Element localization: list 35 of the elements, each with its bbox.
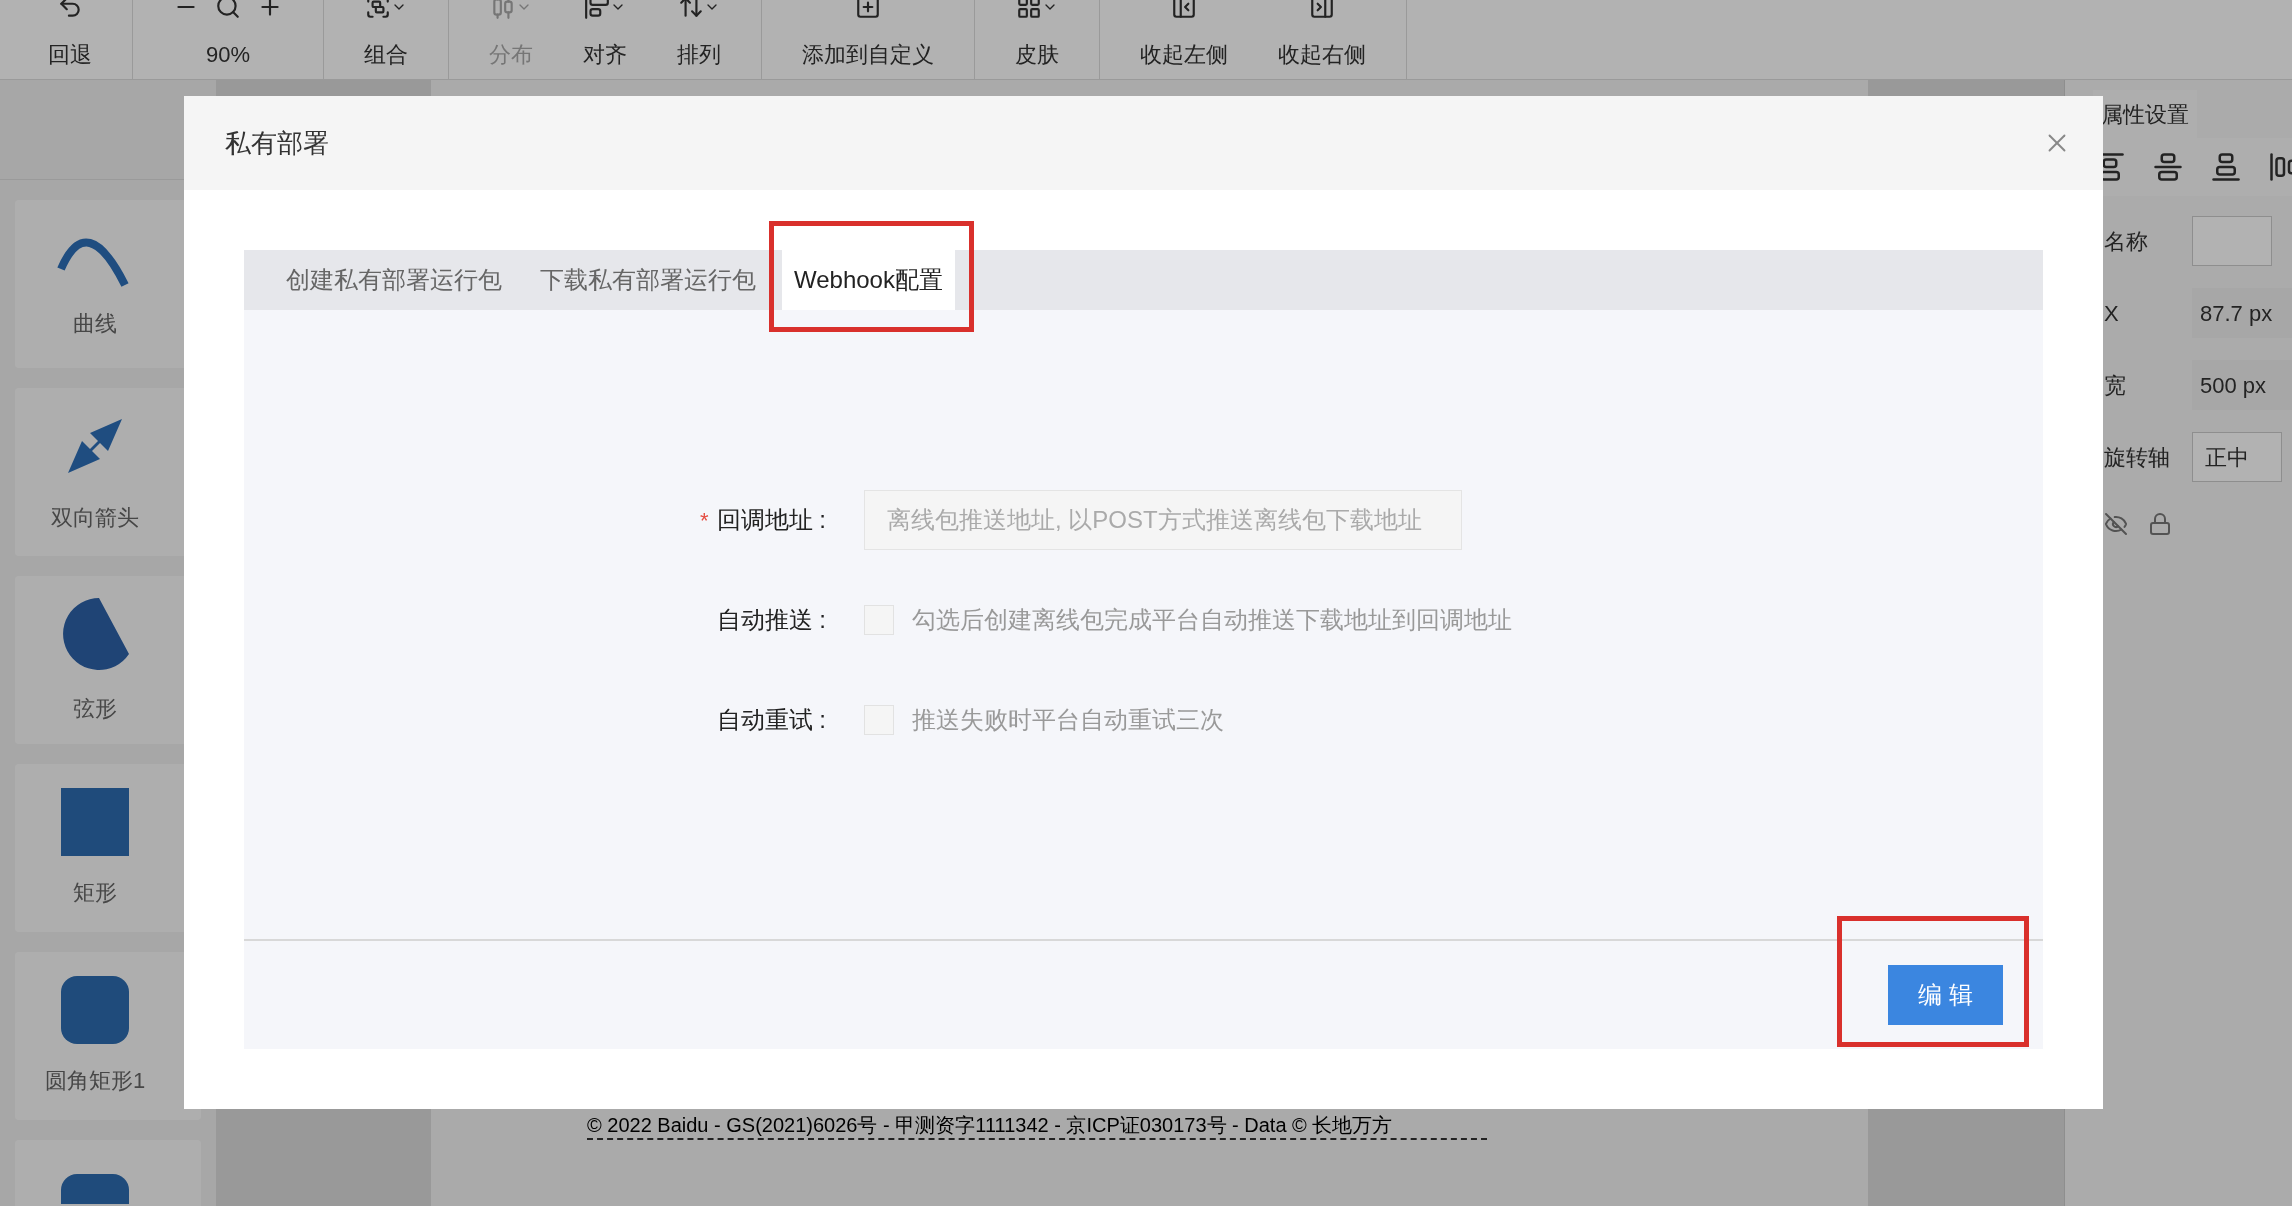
shape-card[interactable]: 圆角矩形1 <box>15 952 201 1120</box>
property-label: X <box>2104 299 2120 328</box>
map-credit: © 2022 Baidu - GS(2021)6026号 - 甲测资字1111342 - 京ICP证030173号 - Data © 长地万方 <box>587 1113 1393 1138</box>
dialog-title: 私有部署 <box>225 126 329 160</box>
toolbar-button[interactable]: 收起右侧 <box>1278 0 1366 79</box>
toolbar-button[interactable]: 组合 <box>364 0 408 79</box>
field-label: 自动重试 : <box>716 705 826 735</box>
tab[interactable]: 创建私有部署运行包 <box>274 250 514 310</box>
toolbar-button[interactable]: 90% <box>173 0 283 79</box>
field-label: 回调地址 : <box>716 505 826 535</box>
property-label: 旋转轴 <box>2104 443 2171 472</box>
toolbar-button[interactable]: 对齐 <box>583 0 627 79</box>
checkbox-hint: 推送失败时平台自动重试三次 <box>912 705 1224 735</box>
shape-label: 双向箭头 <box>51 503 139 532</box>
shape-label: 曲线 <box>73 309 117 338</box>
shape-label: 弦形 <box>73 694 117 723</box>
field-label: 自动推送 : <box>716 605 826 635</box>
property-value[interactable]: 500 px <box>2192 360 2292 410</box>
shape-label: 矩形 <box>73 878 117 907</box>
property-label: 宽 <box>2104 371 2127 400</box>
toolbar-button[interactable]: 皮肤 <box>1015 0 1059 79</box>
edit-button[interactable]: 编 辑 <box>1888 965 2003 1025</box>
tab[interactable]: Webhook配置 <box>782 250 955 310</box>
checkbox-hint: 勾选后创建离线包完成平台自动推送下载地址到回调地址 <box>912 605 1512 635</box>
property-label: 名称 <box>2104 227 2149 256</box>
required-mark: * <box>700 506 709 535</box>
callback-url-field[interactable]: 离线包推送地址, 以POST方式推送离线包下载地址 <box>864 490 1462 550</box>
property-select[interactable]: 正中 <box>2192 432 2282 482</box>
property-value[interactable]: 87.7 px <box>2192 288 2292 338</box>
toolbar-button[interactable]: 添加到自定义 <box>802 0 934 79</box>
shape-label: 圆角矩形1 <box>44 1066 146 1095</box>
toolbar-button[interactable]: 排列 <box>677 0 721 79</box>
toolbar-button[interactable]: 回退 <box>48 0 92 79</box>
tab[interactable]: 下载私有部署运行包 <box>528 250 768 310</box>
toolbar-button[interactable]: 收起左侧 <box>1140 0 1228 79</box>
